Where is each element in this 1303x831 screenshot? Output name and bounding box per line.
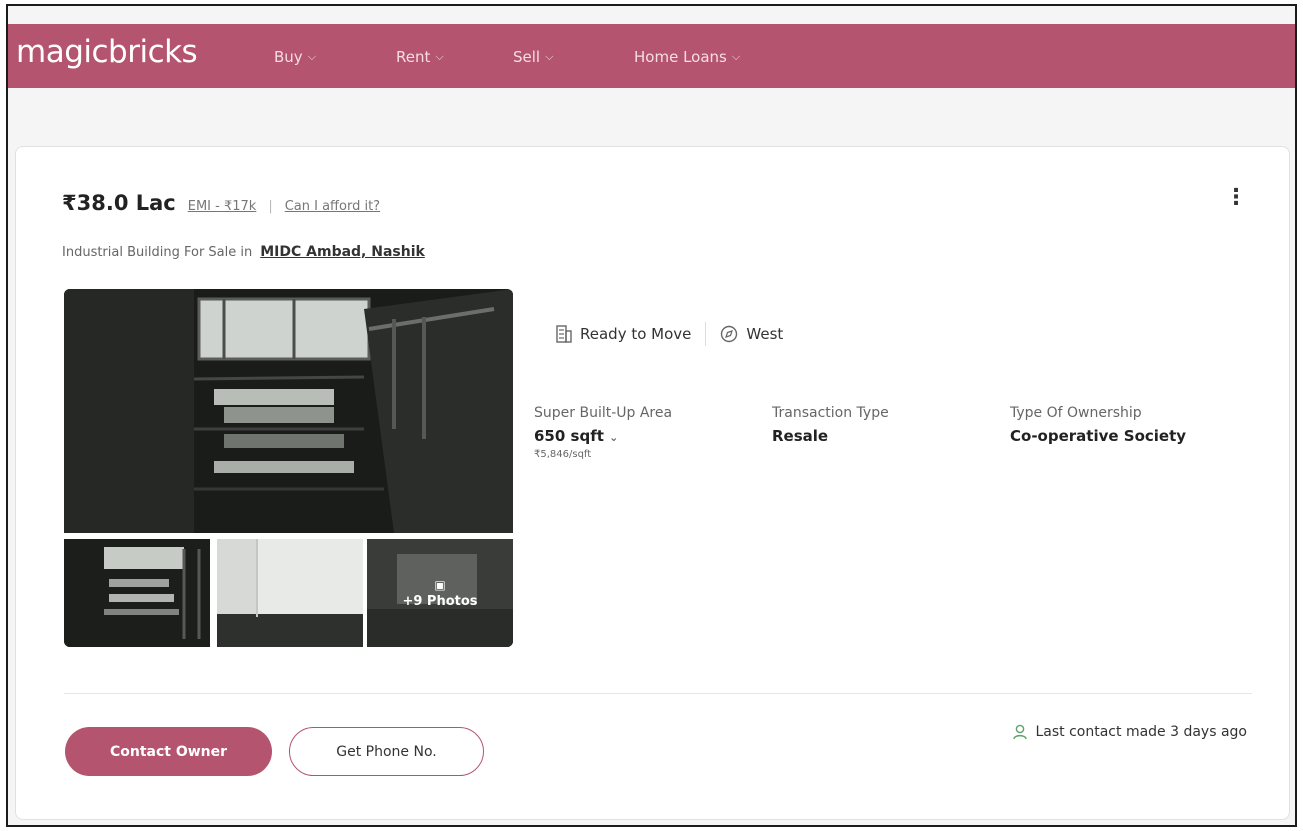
spec-area-value[interactable]: 650 sqft ⌄ — [534, 427, 772, 445]
contact-owner-button[interactable]: Contact Owner — [65, 727, 272, 776]
price-separator: | — [268, 199, 273, 214]
nav-sell-label: Sell — [513, 48, 541, 66]
property-card: ₹38.0 Lac EMI - ₹17k | Can I afford it? … — [15, 146, 1290, 820]
chevron-down-icon: ⌵ — [435, 50, 444, 63]
photo-thumbnail[interactable] — [64, 539, 210, 647]
last-contact-info: Last contact made 3 days ago — [1013, 724, 1247, 740]
main-photo-image — [64, 289, 513, 533]
nav-buy[interactable]: Buy ⌵ — [274, 48, 316, 66]
camera-icon: ▣ — [434, 577, 446, 592]
more-photos-thumbnail[interactable]: ▣ +9 Photos — [367, 539, 513, 647]
spec-transaction: Transaction Type Resale — [772, 405, 1010, 460]
last-contact-text: Last contact made 3 days ago — [1035, 724, 1247, 740]
nav-sell[interactable]: Sell ⌵ — [513, 48, 553, 66]
chip-divider — [705, 322, 707, 346]
thumbnail-image — [217, 539, 363, 647]
chevron-down-icon: ⌵ — [731, 50, 741, 63]
locality-link[interactable]: MIDC Ambad, Nashik — [260, 244, 425, 260]
spec-ownership: Type Of Ownership Co-operative Society — [1010, 405, 1248, 460]
chevron-down-icon: ⌵ — [307, 50, 317, 63]
nav-rent[interactable]: Rent ⌵ — [396, 48, 444, 66]
spec-transaction-label: Transaction Type — [772, 405, 889, 421]
photo-count: +9 Photos — [402, 593, 478, 609]
photo-thumbnail[interactable] — [217, 539, 363, 647]
building-icon — [556, 325, 572, 343]
chip-ready-to-move: Ready to Move — [556, 325, 691, 343]
nav-rent-label: Rent — [396, 48, 431, 66]
title-prefix: Industrial Building For Sale in — [62, 245, 253, 260]
main-photo[interactable] — [64, 289, 513, 533]
nav-home-loans[interactable]: Home Loans ⌵ — [634, 48, 740, 66]
price-row: ₹38.0 Lac EMI - ₹17k | Can I afford it? — [62, 191, 380, 215]
photos-overlay: ▣ +9 Photos — [367, 539, 513, 647]
spec-area-label: Super Built-Up Area — [534, 405, 673, 421]
emi-link[interactable]: EMI - ₹17k — [188, 199, 257, 214]
spec-area-rate: ₹5,846/sqft — [534, 449, 592, 460]
chevron-down-icon: ⌄ — [609, 431, 619, 444]
price: ₹38.0 Lac — [62, 191, 176, 215]
property-specs: Super Built-Up Area 650 sqft ⌄ ₹5,846/sq… — [534, 405, 1248, 460]
property-chips: Ready to Move West — [556, 322, 783, 346]
spec-ownership-label: Type Of Ownership — [1010, 405, 1142, 421]
nav-home-loans-label: Home Loans — [634, 48, 727, 66]
chip-ready-label: Ready to Move — [580, 325, 692, 343]
top-navbar: magicbricks Buy ⌵ Rent ⌵ Sell ⌵ Home Loa… — [8, 24, 1295, 88]
listing-title: Industrial Building For Sale in MIDC Amb… — [62, 244, 425, 260]
magicbricks-logo[interactable]: magicbricks — [16, 34, 198, 70]
spec-area-value-text: 650 sqft — [534, 427, 604, 445]
chip-facing: West — [720, 325, 783, 343]
nav-buy-label: Buy — [274, 48, 303, 66]
spec-ownership-value: Co-operative Society — [1010, 427, 1187, 445]
spec-area: Super Built-Up Area 650 sqft ⌄ ₹5,846/sq… — [534, 405, 772, 460]
chevron-down-icon: ⌵ — [545, 50, 554, 63]
chip-facing-label: West — [746, 325, 784, 343]
compass-icon — [721, 325, 738, 343]
spec-transaction-value: Resale — [772, 427, 829, 445]
user-icon — [1013, 724, 1028, 740]
more-options-icon[interactable]: ⋮ — [1225, 187, 1247, 209]
afford-link[interactable]: Can I afford it? — [285, 199, 380, 214]
thumbnail-image — [64, 539, 210, 647]
get-phone-button[interactable]: Get Phone No. — [289, 727, 484, 776]
card-divider — [64, 693, 1252, 694]
page-frame: magicbricks Buy ⌵ Rent ⌵ Sell ⌵ Home Loa… — [6, 4, 1297, 827]
